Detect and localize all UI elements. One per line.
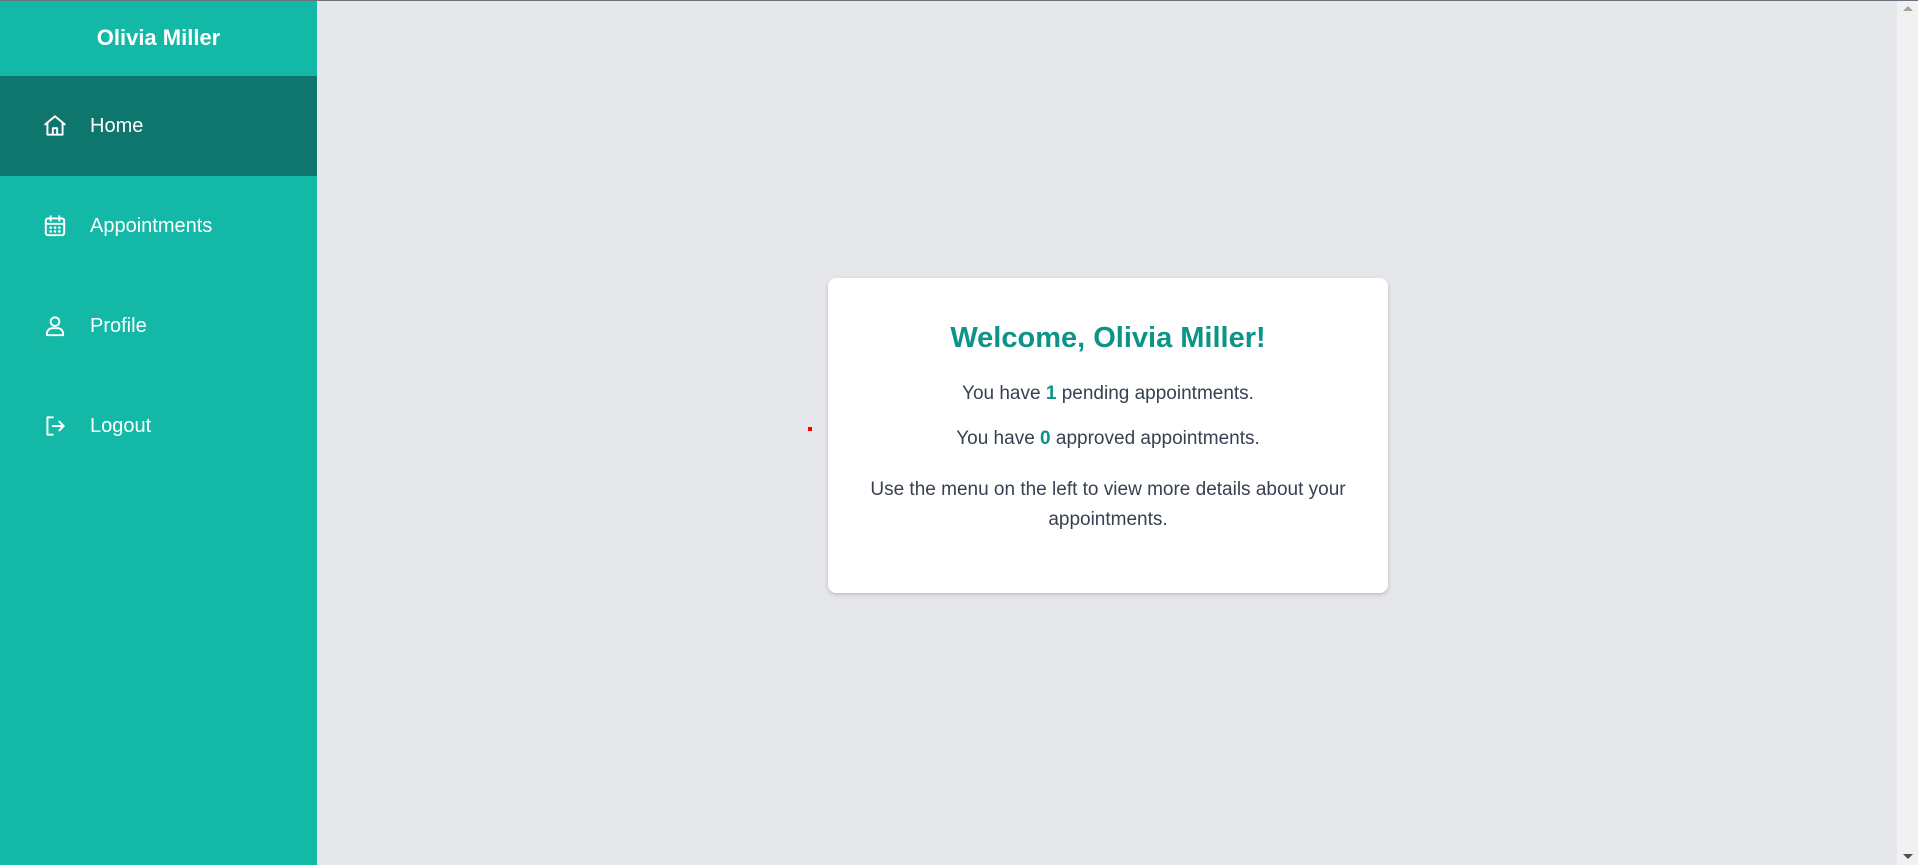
pending-prefix: You have <box>962 383 1041 404</box>
scroll-down-button[interactable] <box>1897 848 1918 865</box>
approved-prefix: You have <box>956 428 1035 449</box>
welcome-card: Welcome, Olivia Miller! You have 1 pendi… <box>828 278 1388 593</box>
window-top-border <box>0 0 1918 1</box>
help-note: Use the menu on the left to view more de… <box>870 479 1346 530</box>
sidebar-user-name: Olivia Miller <box>96 25 221 50</box>
sidebar-item-logout[interactable]: Logout <box>0 376 317 476</box>
arrow-up-icon <box>1902 6 1913 11</box>
main-content: Welcome, Olivia Miller! You have 1 pendi… <box>317 0 1897 865</box>
approved-suffix: approved appointments. <box>1055 428 1260 449</box>
sidebar-item-profile[interactable]: Profile <box>0 276 317 376</box>
arrow-down-icon <box>1902 854 1913 859</box>
logout-icon <box>42 413 68 439</box>
user-icon <box>42 313 68 339</box>
sidebar-item-appointments[interactable]: Appointments <box>0 176 317 276</box>
approved-count: 0 <box>1040 428 1051 449</box>
pending-appointments-text: You have 1 pending appointments. <box>828 382 1388 406</box>
pending-count: 1 <box>1045 383 1057 404</box>
welcome-title: Welcome, Olivia Miller! <box>950 322 1266 354</box>
approved-appointments-text: You have 0 approved appointments. <box>828 427 1388 451</box>
scroll-up-button[interactable] <box>1897 0 1918 17</box>
sidebar-item-home[interactable]: Home <box>0 76 317 176</box>
home-icon <box>42 113 68 139</box>
sidebar: Olivia Miller Home Appointments Profile … <box>0 0 317 865</box>
sidebar-item-label: Profile <box>90 314 147 337</box>
sidebar-item-label: Logout <box>90 414 152 437</box>
calendar-icon <box>42 213 68 239</box>
pending-suffix: pending appointments. <box>1061 383 1254 404</box>
vertical-scrollbar[interactable] <box>1897 0 1918 865</box>
sidebar-item-label: Home <box>90 114 144 137</box>
sidebar-item-label: Appointments <box>90 214 213 237</box>
cursor-marker <box>808 427 812 431</box>
